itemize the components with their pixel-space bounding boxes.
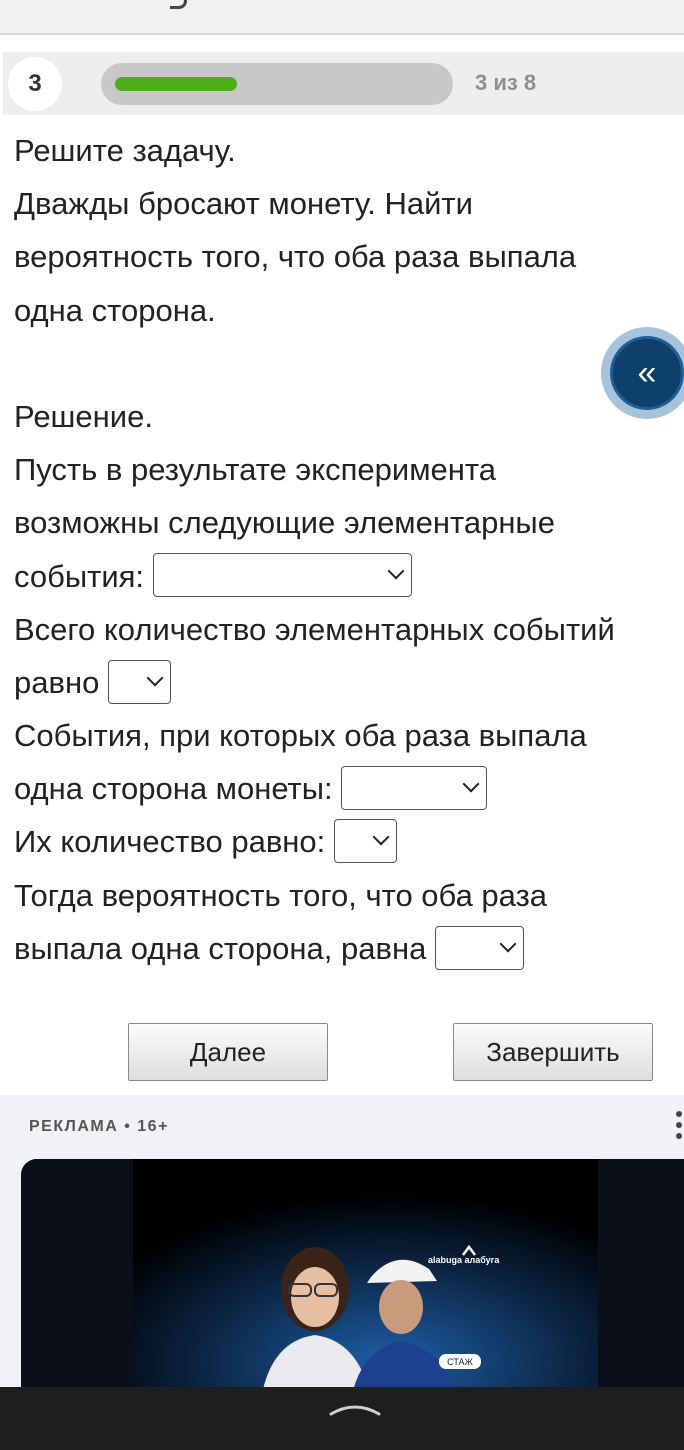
task-line: Решение. xyxy=(14,398,153,434)
ad-label: РЕКЛАМА • 16+ xyxy=(29,1118,169,1135)
prob-label: выпала одна сторона, равна xyxy=(14,930,427,966)
task-line-prob: выпала одна сторона, равна xyxy=(14,922,684,975)
finish-button[interactable]: Завершить xyxy=(453,1023,653,1081)
chevron-up-icon[interactable] xyxy=(327,1400,383,1418)
task-content: Решите задачу. Дважды бросают монету. На… xyxy=(14,124,684,975)
bottom-bar xyxy=(0,1387,684,1450)
top-bar xyxy=(0,0,684,35)
header-fragment xyxy=(170,0,187,9)
same-side-select[interactable] xyxy=(341,766,488,811)
chevron-down-icon xyxy=(146,669,164,687)
count-label: Их количество равно: xyxy=(14,824,326,860)
double-chevron-left-icon: « xyxy=(637,353,657,392)
chevron-down-icon xyxy=(499,935,517,953)
task-line: вероятность того, что оба раза выпала xyxy=(14,239,577,275)
total-select[interactable] xyxy=(107,659,171,704)
task-line-blank xyxy=(14,337,684,390)
task-line: Дважды бросают монету. Найти xyxy=(14,186,473,222)
equals-label: равно xyxy=(14,664,100,700)
task-line-same-side: одна сторона монеты: xyxy=(14,762,684,815)
task-line: Тогда вероятность того, что оба раза xyxy=(14,877,548,913)
task-line-count: Их количество равно: xyxy=(14,815,684,868)
task-line-equals: равно xyxy=(14,656,684,709)
chevron-down-icon xyxy=(387,562,405,580)
count-select[interactable] xyxy=(333,819,397,864)
question-number-badge: 3 xyxy=(8,57,62,111)
task-line: возможны следующие элементарные xyxy=(14,505,555,541)
ad-banner-image[interactable]: alabuga алабуга СТАЖ xyxy=(21,1159,684,1399)
same-side-label: одна сторона монеты: xyxy=(14,771,333,807)
probability-select[interactable] xyxy=(434,925,524,970)
question-counter: 3 из 8 xyxy=(475,70,537,95)
collapse-panel-button[interactable]: « xyxy=(613,339,681,407)
task-line: одна сторона. xyxy=(14,292,216,328)
ad-illustration: alabuga алабуга СТАЖ xyxy=(21,1159,684,1399)
events-label: события: xyxy=(14,558,145,594)
chevron-down-icon xyxy=(372,828,390,846)
chevron-down-icon xyxy=(462,775,480,793)
more-options-icon[interactable] xyxy=(676,1111,682,1144)
ad-badge: СТАЖ xyxy=(447,1357,473,1367)
task-line-events: события: xyxy=(14,550,684,603)
task-line: Решите задачу. xyxy=(14,133,236,168)
task-line: Всего количество элементарных событий xyxy=(14,611,615,647)
task-line: События, при которых оба раза выпала xyxy=(14,718,587,754)
events-select[interactable] xyxy=(152,553,412,598)
ad-logo-text: alabuga алабуга xyxy=(428,1255,500,1265)
next-button[interactable]: Далее xyxy=(128,1023,328,1081)
progress-fill xyxy=(115,77,237,91)
task-line: Пусть в результате эксперимента xyxy=(14,452,496,488)
progress-bar xyxy=(101,63,453,105)
